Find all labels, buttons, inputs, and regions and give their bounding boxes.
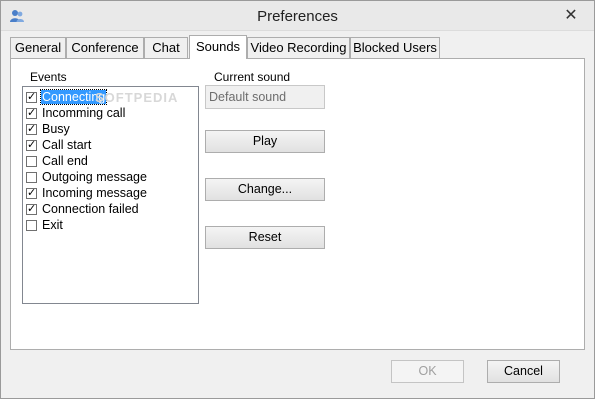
ok-button[interactable]: OK [391,360,464,383]
event-checkbox[interactable] [26,186,37,199]
play-button[interactable]: Play [205,130,325,153]
event-label: Call end [42,154,88,168]
event-label: Exit [42,218,63,232]
window-title: Preferences [257,8,338,25]
event-label: Incoming message [42,186,147,200]
event-checkbox[interactable] [26,122,37,135]
event-label: Busy [42,122,70,136]
tab-video-recording[interactable]: Video Recording [247,37,350,58]
event-busy[interactable]: Busy [26,121,71,137]
event-checkbox[interactable] [26,202,37,215]
current-sound-field[interactable] [205,85,325,109]
event-call-end[interactable]: Call end [26,153,89,169]
event-label: Connection failed [42,202,139,216]
event-incoming-message[interactable]: Incoming message [26,185,148,201]
change-button[interactable]: Change... [205,178,325,201]
event-label: Call start [42,138,92,152]
tab-blocked-users[interactable]: Blocked Users [350,37,440,58]
title-bar[interactable]: Preferences ✕ [1,1,594,31]
event-label: Incomming call [42,106,126,120]
event-checkbox[interactable] [26,219,37,231]
events-list[interactable]: Connecting Incomming call Busy Call star… [22,86,199,304]
event-checkbox[interactable] [26,106,37,119]
event-exit[interactable]: Exit [26,217,64,233]
event-label: Connecting [39,89,108,105]
event-checkbox[interactable] [26,90,37,103]
sounds-panel: Events Connecting Incomming call Busy Ca… [10,58,585,350]
tab-general[interactable]: General [10,37,66,58]
preferences-window: Preferences ✕ General Conference Chat So… [0,0,595,399]
event-call-start[interactable]: Call start [26,137,92,153]
event-label: Outgoing message [42,170,147,184]
close-icon[interactable]: ✕ [562,7,580,25]
tab-chat[interactable]: Chat [144,37,188,58]
event-incomming-call[interactable]: Incomming call [26,105,126,121]
events-label: Events [30,70,67,84]
cancel-button[interactable]: Cancel [487,360,560,383]
event-outgoing-message[interactable]: Outgoing message [26,169,148,185]
event-connecting[interactable]: Connecting [26,89,108,105]
event-checkbox[interactable] [26,171,37,183]
tab-sounds[interactable]: Sounds [189,35,247,59]
tab-conference[interactable]: Conference [66,37,144,58]
current-sound-label: Current sound [214,70,291,84]
event-checkbox[interactable] [26,138,37,151]
event-connection-failed[interactable]: Connection failed [26,201,140,217]
reset-button[interactable]: Reset [205,226,325,249]
event-checkbox[interactable] [26,155,37,167]
